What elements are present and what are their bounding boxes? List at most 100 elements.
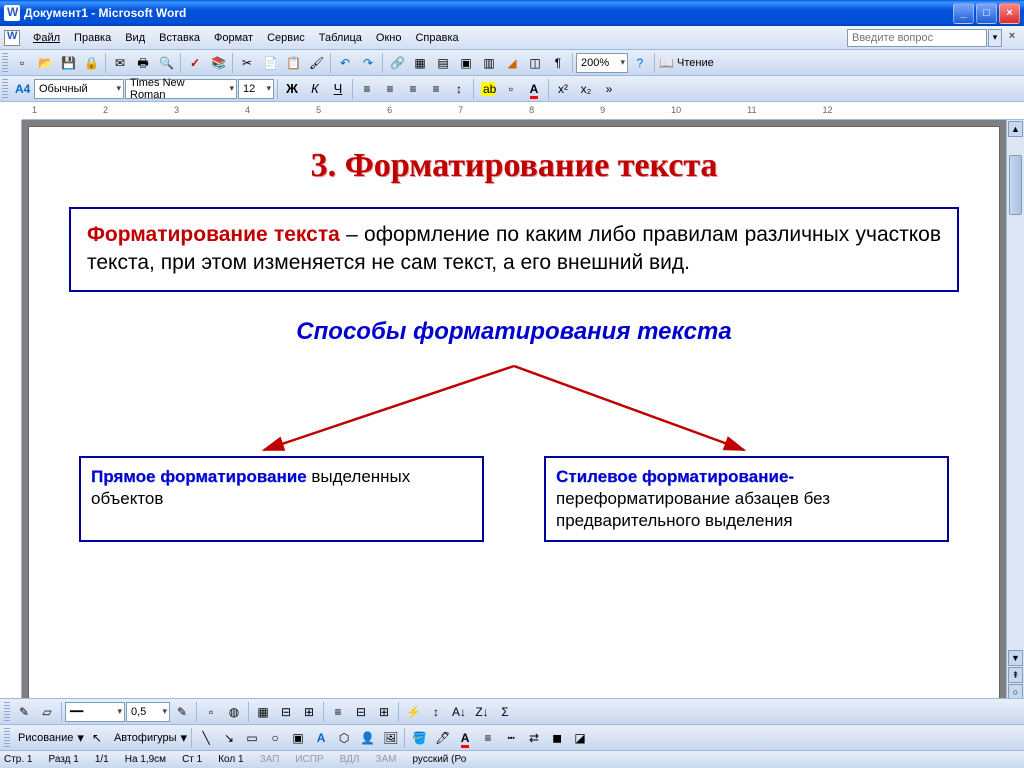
border-button[interactable]: ▫ bbox=[500, 78, 522, 100]
line-weight-dropdown[interactable]: 0,5 bbox=[126, 702, 170, 722]
toolbar-grip[interactable] bbox=[2, 53, 8, 73]
columns-button[interactable]: ▥ bbox=[478, 52, 500, 74]
font-dropdown[interactable]: Times New Roman bbox=[125, 79, 237, 99]
arrow-button[interactable]: ↘ bbox=[218, 727, 240, 749]
status-ext[interactable]: ВДЛ bbox=[340, 754, 360, 765]
menu-help[interactable]: Справка bbox=[408, 30, 465, 46]
docmap-button[interactable]: ◫ bbox=[524, 52, 546, 74]
font-color-button[interactable]: A bbox=[523, 78, 545, 100]
scroll-thumb[interactable] bbox=[1009, 155, 1022, 215]
wordart-button[interactable]: A bbox=[310, 727, 332, 749]
ask-question-input[interactable] bbox=[847, 29, 987, 47]
new-button[interactable]: ▫ bbox=[11, 52, 33, 74]
distribute-rows-button[interactable]: ⊟ bbox=[350, 701, 372, 723]
select-objects-button[interactable]: ↖ bbox=[86, 727, 108, 749]
menu-format[interactable]: Формат bbox=[207, 30, 260, 46]
line-style-dropdown[interactable]: ━━ bbox=[65, 702, 125, 722]
split-cells-button[interactable]: ⊞ bbox=[298, 701, 320, 723]
show-marks-button[interactable]: ¶ bbox=[547, 52, 569, 74]
menu-file[interactable]: Файл bbox=[26, 30, 67, 46]
close-button[interactable]: × bbox=[999, 3, 1020, 24]
maximize-button[interactable]: □ bbox=[976, 3, 997, 24]
doc-heading[interactable]: 3. Форматирование текста bbox=[59, 147, 969, 185]
menu-insert[interactable]: Вставка bbox=[152, 30, 207, 46]
clipart-button[interactable]: 👤 bbox=[356, 727, 378, 749]
oval-button[interactable]: ○ bbox=[264, 727, 286, 749]
open-button[interactable]: 📂 bbox=[34, 52, 56, 74]
draw-table-button[interactable]: ✎ bbox=[13, 701, 35, 723]
redo-button[interactable]: ↷ bbox=[357, 52, 379, 74]
document-area[interactable]: 3. Форматирование текста Форматирование … bbox=[22, 120, 1006, 718]
align-center-button[interactable]: ≡ bbox=[379, 78, 401, 100]
reading-layout-button[interactable]: 📖Чтение bbox=[658, 52, 719, 74]
scroll-up-button[interactable]: ▲ bbox=[1008, 121, 1023, 137]
menu-edit[interactable]: Правка bbox=[67, 30, 118, 46]
vertical-scrollbar[interactable]: ▲ ▼ ⇞ ○ ⇟ bbox=[1006, 120, 1024, 718]
outside-border-button[interactable]: ▫ bbox=[200, 701, 222, 723]
print-button[interactable]: 🖶 bbox=[132, 52, 154, 74]
rectangle-button[interactable]: ▭ bbox=[241, 727, 263, 749]
status-lang[interactable]: русский (Ро bbox=[412, 754, 466, 765]
page[interactable]: 3. Форматирование текста Форматирование … bbox=[28, 126, 1000, 718]
subheading[interactable]: Способы форматирования текста bbox=[59, 318, 969, 346]
border-color-button[interactable]: ✎ bbox=[171, 701, 193, 723]
bold-button[interactable]: Ж bbox=[281, 78, 303, 100]
arrow-style-button[interactable]: ⇄ bbox=[523, 727, 545, 749]
fontsize-dropdown[interactable]: 12 bbox=[238, 79, 274, 99]
align-cell-button[interactable]: ≡ bbox=[327, 701, 349, 723]
drawing-button[interactable]: ◢ bbox=[501, 52, 523, 74]
excel-button[interactable]: ▣ bbox=[455, 52, 477, 74]
more-button[interactable]: » bbox=[598, 78, 620, 100]
picture-button[interactable]: 🖼 bbox=[379, 727, 401, 749]
preview-button[interactable]: 🔍 bbox=[155, 52, 177, 74]
cut-button[interactable]: ✂ bbox=[236, 52, 258, 74]
font-color-button-2[interactable]: A bbox=[454, 727, 476, 749]
format-painter-button[interactable]: 🖌 bbox=[305, 52, 327, 74]
diagram-button[interactable]: ⬡ bbox=[333, 727, 355, 749]
minimize-button[interactable]: _ bbox=[953, 3, 974, 24]
merge-cells-button[interactable]: ⊟ bbox=[275, 701, 297, 723]
toolbar-grip[interactable] bbox=[2, 79, 8, 99]
insert-table-button[interactable]: ▤ bbox=[432, 52, 454, 74]
3d-button[interactable]: ◪ bbox=[569, 727, 591, 749]
spellcheck-button[interactable]: ✓ bbox=[184, 52, 206, 74]
draw-menu-button[interactable]: Рисование ▾ bbox=[13, 727, 85, 749]
save-button[interactable]: 💾 bbox=[57, 52, 79, 74]
menu-tools[interactable]: Сервис bbox=[260, 30, 312, 46]
sort-asc-button[interactable]: A↓ bbox=[448, 701, 470, 723]
underline-button[interactable]: Ч bbox=[327, 78, 349, 100]
align-left-button[interactable]: ≡ bbox=[356, 78, 378, 100]
undo-button[interactable]: ↶ bbox=[334, 52, 356, 74]
distribute-cols-button[interactable]: ⊞ bbox=[373, 701, 395, 723]
autoformat-button[interactable]: ⚡ bbox=[402, 701, 424, 723]
dash-style-button[interactable]: ┅ bbox=[500, 727, 522, 749]
menu-window[interactable]: Окно bbox=[369, 30, 409, 46]
line-style-button[interactable]: ≡ bbox=[477, 727, 499, 749]
text-direction-button[interactable]: ↕ bbox=[425, 701, 447, 723]
zoom-dropdown[interactable]: 200% bbox=[576, 53, 628, 73]
highlight-button[interactable]: ab bbox=[477, 78, 499, 100]
line-spacing-button[interactable]: ↕ bbox=[448, 78, 470, 100]
copy-button[interactable]: 📄 bbox=[259, 52, 281, 74]
left-method-box[interactable]: Прямое форматирование выделенных объекто… bbox=[79, 456, 484, 542]
toolbar-grip[interactable] bbox=[4, 728, 10, 748]
sort-desc-button[interactable]: Z↓ bbox=[471, 701, 493, 723]
superscript-button[interactable]: x² bbox=[552, 78, 574, 100]
horizontal-ruler[interactable]: 123 456 789 101112 bbox=[22, 102, 1024, 120]
shadow-button[interactable]: ◼ bbox=[546, 727, 568, 749]
menu-close-x[interactable]: × bbox=[1004, 30, 1020, 46]
shading-color-button[interactable]: ◍ bbox=[223, 701, 245, 723]
research-button[interactable]: 📚 bbox=[207, 52, 229, 74]
status-trk[interactable]: ИСПР bbox=[295, 754, 323, 765]
vertical-ruler[interactable] bbox=[0, 120, 22, 718]
scroll-down-button[interactable]: ▼ bbox=[1008, 650, 1023, 666]
help-button[interactable]: ? bbox=[629, 52, 651, 74]
line-color-button[interactable]: 🖊 bbox=[431, 727, 453, 749]
fill-color-button[interactable]: 🪣 bbox=[408, 727, 430, 749]
justify-button[interactable]: ≡ bbox=[425, 78, 447, 100]
subscript-button[interactable]: x₂ bbox=[575, 78, 597, 100]
email-button[interactable]: ✉ bbox=[109, 52, 131, 74]
eraser-button[interactable]: ▱ bbox=[36, 701, 58, 723]
autosum-button[interactable]: Σ bbox=[494, 701, 516, 723]
textbox-button[interactable]: ▣ bbox=[287, 727, 309, 749]
